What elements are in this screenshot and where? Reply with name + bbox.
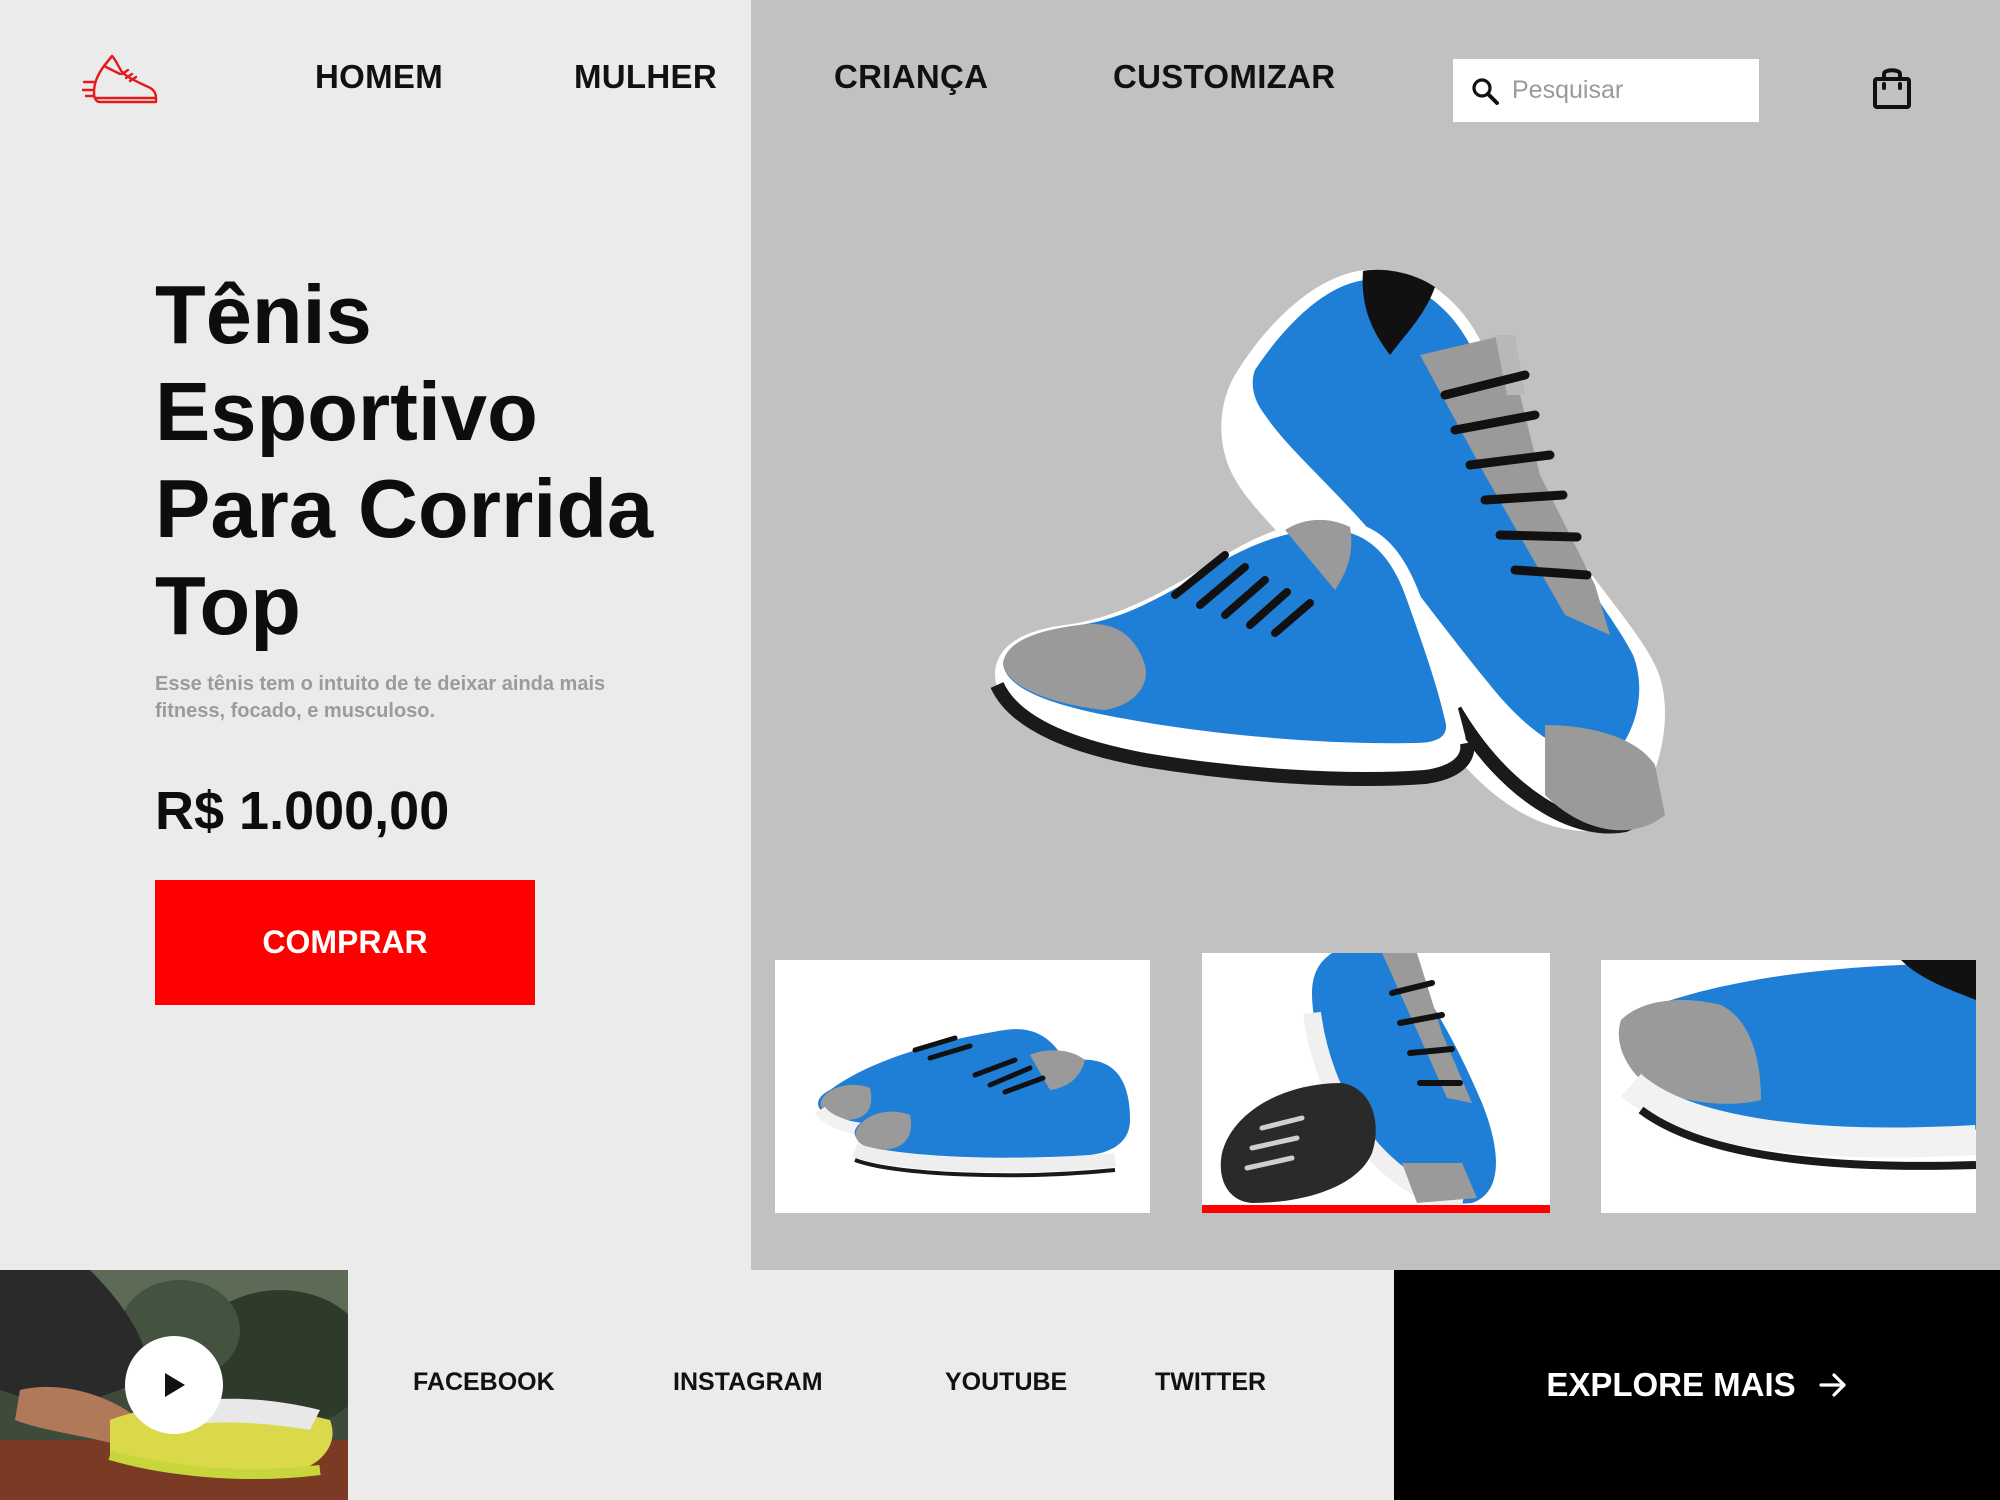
product-title-line: Esportivo [155, 365, 538, 458]
product-description: Esse tênis tem o intuito de te deixar ai… [155, 673, 606, 722]
play-button[interactable] [125, 1336, 223, 1434]
nav-item-crianca[interactable]: CRIANÇA [834, 58, 988, 96]
social-link-youtube[interactable]: YOUTUBE [945, 1368, 1067, 1397]
product-thumbnail-image [1202, 953, 1550, 1213]
gallery-thumbnail[interactable] [1601, 960, 1976, 1213]
social-link-instagram[interactable]: INSTAGRAM [673, 1368, 823, 1397]
search-icon[interactable] [1470, 76, 1500, 106]
product-title: Tênis Esportivo Para Corrida Top [155, 266, 695, 654]
buy-button[interactable]: COMPRAR [155, 880, 535, 1005]
product-thumbnail-image [775, 960, 1150, 1213]
search-input[interactable] [1512, 76, 1742, 105]
product-price: R$ 1.000,00 [155, 781, 450, 841]
running-shoe-icon[interactable] [82, 52, 158, 108]
product-thumbnail-image [1601, 960, 1976, 1213]
product-main-image [990, 269, 1665, 834]
explore-more-label: EXPLORE MAIS [1546, 1366, 1796, 1403]
selected-indicator [1202, 1205, 1550, 1213]
product-title-line: Tênis [155, 268, 372, 361]
search-bar [1453, 59, 1759, 122]
gallery-thumbnail[interactable] [775, 960, 1150, 1213]
social-link-facebook[interactable]: FACEBOOK [413, 1368, 555, 1397]
play-icon [165, 1373, 185, 1397]
social-link-twitter[interactable]: TWITTER [1155, 1368, 1266, 1397]
shopping-bag-icon[interactable] [1872, 66, 1912, 110]
nav-item-homem[interactable]: HOMEM [315, 58, 443, 96]
gallery-thumbnail-selected[interactable] [1202, 953, 1550, 1213]
arrow-right-icon [1819, 1373, 1846, 1397]
product-title-line: Para Corrida [155, 462, 654, 555]
explore-more-button[interactable]: EXPLORE MAIS [1394, 1270, 2000, 1500]
nav-item-mulher[interactable]: MULHER [574, 58, 717, 96]
nav-item-customizar[interactable]: CUSTOMIZAR [1113, 58, 1335, 96]
product-title-line: Top [155, 559, 301, 652]
